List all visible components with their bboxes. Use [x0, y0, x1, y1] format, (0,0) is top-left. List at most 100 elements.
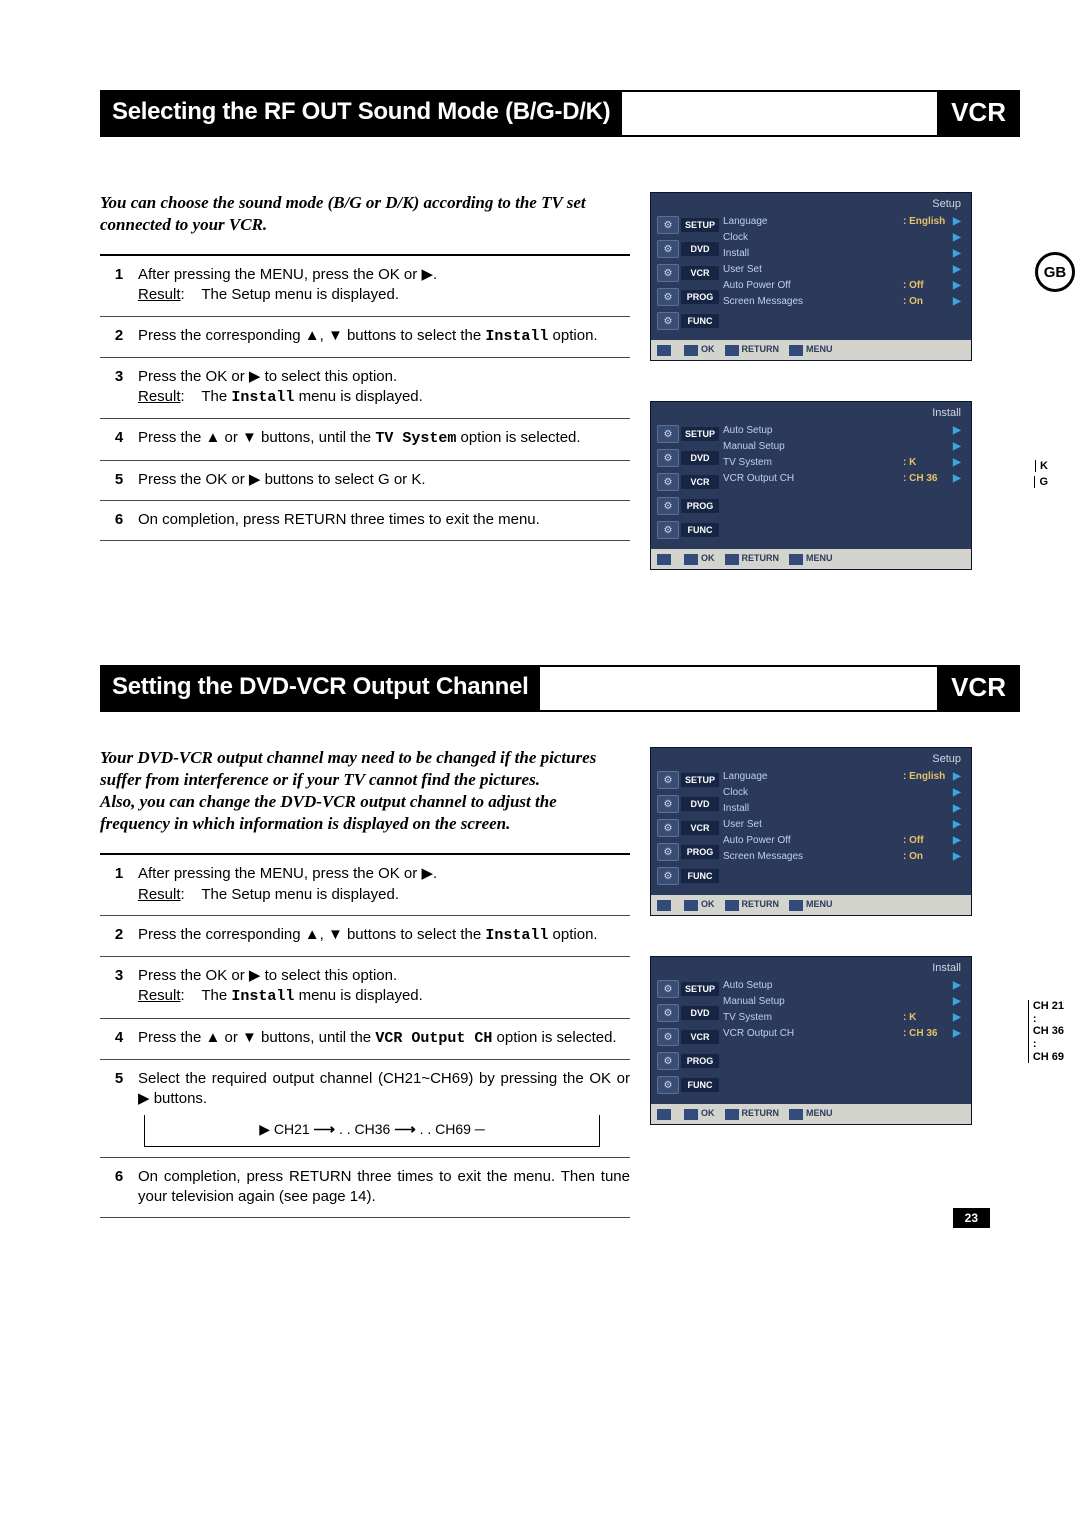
osd-tab: ⚙PROG	[657, 1050, 719, 1072]
osd-install-screenshot: Install⚙SETUP⚙DVD⚙VCR⚙PROG⚙FUNCAuto Setu…	[650, 401, 972, 570]
osd-tab: ⚙DVD	[657, 1002, 719, 1024]
page-number: 23	[953, 1208, 990, 1228]
osd-tab-label: FUNC	[681, 1078, 719, 1092]
osd-tab-label: DVD	[681, 797, 719, 811]
osd-tab: ⚙SETUP	[657, 214, 719, 236]
osd-menu-item: VCR Output CH: CH 36▶	[719, 471, 965, 487]
osd-tab-label: VCR	[681, 821, 719, 835]
step-body: Press the OK or ▶ buttons to select G or…	[138, 470, 630, 490]
tab-icon: ⚙	[657, 980, 679, 998]
move-icon	[657, 554, 671, 565]
step-body: After pressing the MENU, press the OK or…	[138, 864, 630, 905]
section2-title: Setting the DVD-VCR Output Channel	[100, 667, 540, 710]
osd-footer-hint: RETURN	[725, 899, 780, 910]
tab-icon: ⚙	[657, 264, 679, 282]
triangle-right-icon: ▶	[953, 1010, 965, 1026]
osd-tab: ⚙VCR	[657, 471, 719, 493]
tab-icon: ⚙	[657, 449, 679, 467]
triangle-right-icon: ▶	[953, 1026, 965, 1042]
osd-tab-label: SETUP	[681, 218, 719, 232]
osd-tab-label: DVD	[681, 451, 719, 465]
tab-icon: ⚙	[657, 819, 679, 837]
step-body: Press the OK or ▶ to select this option.…	[138, 966, 630, 1008]
section1-intro: You can choose the sound mode (B/G or D/…	[100, 192, 630, 236]
section2-layout: Your DVD-VCR output channel may need to …	[100, 747, 1020, 1218]
triangle-right-icon: ▶	[953, 246, 965, 262]
section1-left: You can choose the sound mode (B/G or D/…	[100, 192, 650, 610]
tab-icon: ⚙	[657, 497, 679, 515]
k-indicator: K	[1035, 460, 1048, 472]
osd-menu-item: Install▶	[719, 246, 965, 262]
section2-badge: VCR	[937, 667, 1020, 710]
osd-tab-label: SETUP	[681, 982, 719, 996]
section1-steps: 1After pressing the MENU, press the OK o…	[100, 254, 630, 541]
step-row: 1After pressing the MENU, press the OK o…	[100, 855, 630, 916]
osd-tab-label: DVD	[681, 1006, 719, 1020]
osd-footer-hint: OK	[684, 899, 715, 910]
step-number: 1	[100, 864, 138, 905]
osd-footer-hint: RETURN	[725, 1108, 780, 1119]
osd-footer: OKRETURNMENU	[651, 1104, 971, 1124]
osd-tab: ⚙FUNC	[657, 865, 719, 887]
osd-tab-label: SETUP	[681, 773, 719, 787]
manual-page: Selecting the RF OUT Sound Mode (B/G-D/K…	[0, 0, 1080, 1258]
tab-icon: ⚙	[657, 1004, 679, 1022]
osd-menu-item: Clock▶	[719, 230, 965, 246]
osd-menu-item: Manual Setup▶	[719, 994, 965, 1010]
step-number: 3	[100, 966, 138, 1008]
step-row: 3Press the OK or ▶ to select this option…	[100, 358, 630, 420]
triangle-right-icon: ▶	[953, 214, 965, 230]
osd-tab: ⚙DVD	[657, 793, 719, 815]
osd-tab: ⚙SETUP	[657, 423, 719, 445]
triangle-right-icon: ▶	[953, 455, 965, 471]
region-badge: GB	[1035, 252, 1075, 292]
osd-tab: ⚙DVD	[657, 447, 719, 469]
step-body: On completion, press RETURN three times …	[138, 510, 630, 530]
osd-footer-hint: OK	[684, 1108, 715, 1119]
tab-icon: ⚙	[657, 288, 679, 306]
osd-tab-label: PROG	[681, 845, 719, 859]
tab-icon: ⚙	[657, 795, 679, 813]
tab-icon: ⚙	[657, 771, 679, 789]
triangle-right-icon: ▶	[953, 817, 965, 833]
step-row: 3Press the OK or ▶ to select this option…	[100, 957, 630, 1019]
triangle-right-icon: ▶	[953, 262, 965, 278]
triangle-right-icon: ▶	[953, 230, 965, 246]
osd-tab-label: DVD	[681, 242, 719, 256]
osd-tab-label: PROG	[681, 499, 719, 513]
osd-footer-hint: MENU	[789, 344, 833, 355]
osd-menu-item: Auto Setup▶	[719, 978, 965, 994]
osd-menu-item: Auto Power Off: Off▶	[719, 833, 965, 849]
step-number: 4	[100, 1028, 138, 1049]
osd-menu-item: Language: English▶	[719, 769, 965, 785]
step-row: 5Press the OK or ▶ buttons to select G o…	[100, 461, 630, 501]
section1-title: Selecting the RF OUT Sound Mode (B/G-D/K…	[100, 92, 622, 135]
step-number: 3	[100, 367, 138, 409]
tab-icon: ⚙	[657, 216, 679, 234]
osd-tab-label: FUNC	[681, 869, 719, 883]
tab-icon: ⚙	[657, 1052, 679, 1070]
osd-menu-item: TV System: K▶	[719, 455, 965, 471]
osd-tab: ⚙PROG	[657, 841, 719, 863]
g-indicator: G	[1034, 476, 1048, 488]
triangle-right-icon: ▶	[953, 294, 965, 310]
triangle-right-icon: ▶	[953, 423, 965, 439]
osd-menu-item: Auto Setup▶	[719, 423, 965, 439]
osd-tab: ⚙VCR	[657, 1026, 719, 1048]
triangle-right-icon: ▶	[953, 833, 965, 849]
tab-icon: ⚙	[657, 1076, 679, 1094]
step-number: 4	[100, 428, 138, 449]
osd-tab-label: PROG	[681, 290, 719, 304]
tab-icon: ⚙	[657, 240, 679, 258]
osd-header: Setup	[651, 748, 971, 767]
osd-menu-item: Screen Messages: On▶	[719, 294, 965, 310]
section1-title-row: Selecting the RF OUT Sound Mode (B/G-D/K…	[100, 90, 1020, 137]
triangle-right-icon: ▶	[953, 994, 965, 1010]
osd-tab: ⚙SETUP	[657, 769, 719, 791]
section1-layout: You can choose the sound mode (B/G or D/…	[100, 192, 1020, 610]
osd-tab: ⚙PROG	[657, 286, 719, 308]
step-number: 1	[100, 265, 138, 306]
tab-icon: ⚙	[657, 521, 679, 539]
osd-footer-hint: RETURN	[725, 344, 780, 355]
triangle-right-icon: ▶	[953, 978, 965, 994]
